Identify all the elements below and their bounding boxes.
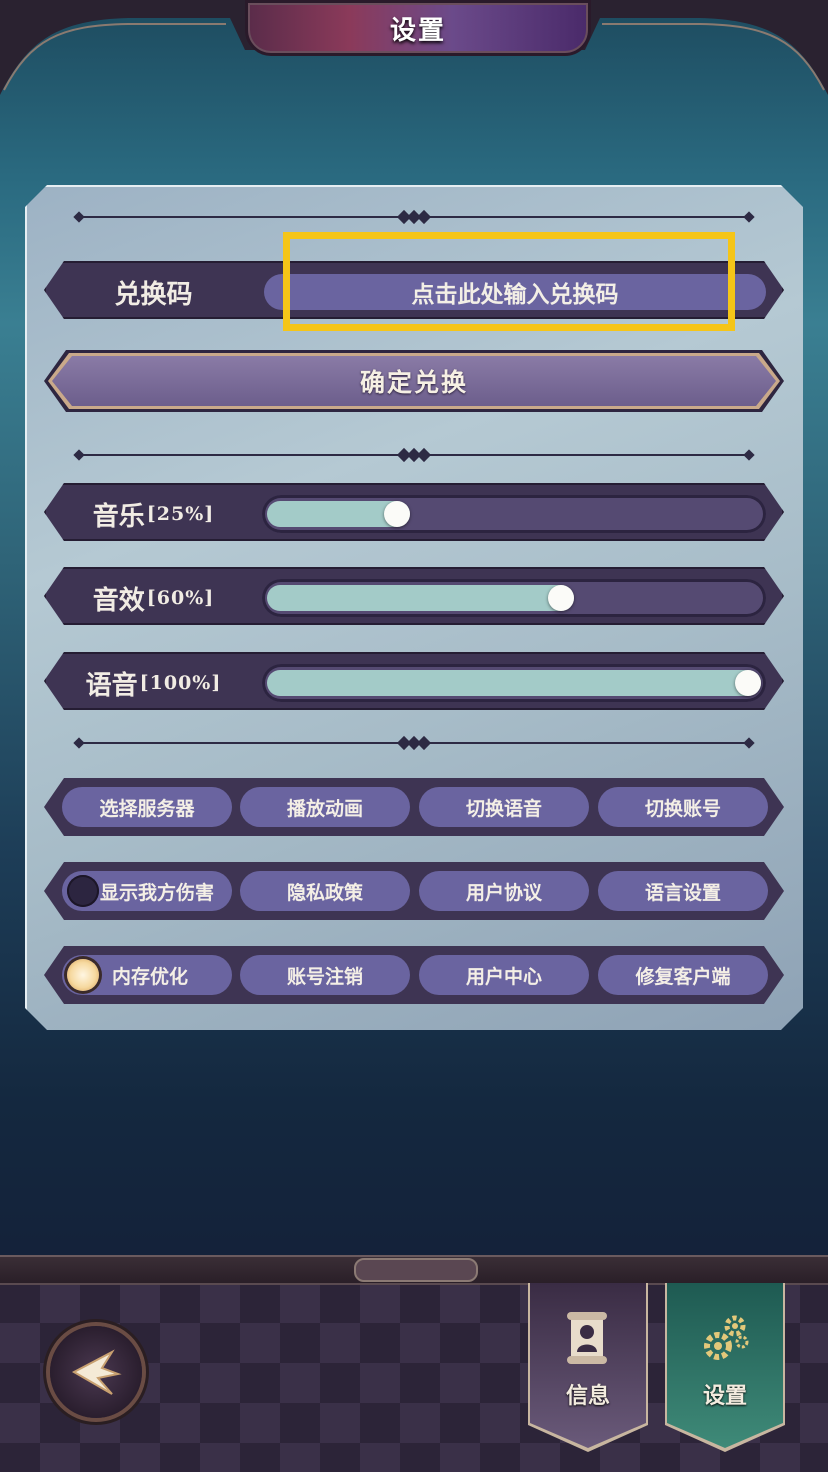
voice-slider[interactable] bbox=[262, 664, 766, 702]
divider bbox=[73, 735, 755, 751]
redeem-label: 兑换码 bbox=[114, 279, 193, 310]
sfx-percent: [60%] bbox=[146, 587, 215, 609]
music-slider-knob[interactable] bbox=[384, 501, 410, 527]
sfx-slider[interactable] bbox=[262, 579, 766, 617]
back-arrow-icon bbox=[71, 1349, 122, 1395]
user-agreement-button[interactable]: 用户协议 bbox=[419, 871, 589, 911]
voice-slider-fill bbox=[267, 670, 761, 696]
voice-volume-row: 语音 [100%] bbox=[44, 652, 784, 710]
button-row-1: 选择服务器 播放动画 切换语音 切换账号 bbox=[44, 778, 784, 836]
music-slider[interactable] bbox=[262, 495, 766, 533]
sfx-label: 音效 bbox=[92, 585, 145, 616]
voice-slider-knob[interactable] bbox=[735, 670, 761, 696]
title-plate: 设置 bbox=[245, 0, 591, 56]
tab-info[interactable]: 信息 bbox=[530, 1283, 646, 1448]
tab-info-label: 信息 bbox=[565, 1383, 610, 1409]
sfx-slider-knob[interactable] bbox=[547, 585, 574, 611]
voice-percent: [100%] bbox=[139, 672, 222, 694]
user-center-button[interactable]: 用户中心 bbox=[419, 955, 589, 995]
redeem-code-input[interactable]: 点击此处输入兑换码 bbox=[264, 274, 766, 310]
repair-client-button[interactable]: 修复客户端 bbox=[598, 955, 768, 995]
scroll-icon bbox=[567, 1312, 607, 1364]
tab-settings[interactable]: 设置 bbox=[667, 1283, 783, 1448]
play-animation-button[interactable]: 播放动画 bbox=[240, 787, 410, 827]
memory-optimize-label: 内存优化 bbox=[112, 965, 189, 988]
language-settings-button[interactable]: 语言设置 bbox=[598, 871, 768, 911]
show-damage-toggle[interactable]: 显示我方伤害 bbox=[62, 871, 232, 911]
switch-voice-button[interactable]: 切换语音 bbox=[419, 787, 589, 827]
switch-account-button[interactable]: 切换账号 bbox=[598, 787, 768, 827]
gear-icon bbox=[704, 1315, 749, 1360]
back-button[interactable] bbox=[50, 1326, 142, 1418]
music-label: 音乐 bbox=[92, 501, 145, 532]
top-header: 设置 bbox=[0, 0, 828, 95]
music-percent: [25%] bbox=[146, 503, 215, 525]
memory-optimize-toggle[interactable]: 内存优化 bbox=[62, 955, 232, 995]
music-volume-row: 音乐 [25%] bbox=[44, 483, 784, 541]
confirm-redeem-button[interactable]: 确定兑换 bbox=[44, 350, 784, 412]
page-title: 设置 bbox=[389, 15, 446, 46]
select-server-button[interactable]: 选择服务器 bbox=[62, 787, 232, 827]
confirm-redeem-label: 确定兑换 bbox=[52, 356, 776, 406]
voice-label: 语音 bbox=[85, 670, 138, 701]
delete-account-button[interactable]: 账号注销 bbox=[240, 955, 410, 995]
tab-settings-label: 设置 bbox=[702, 1383, 747, 1409]
divider bbox=[73, 447, 755, 463]
divider bbox=[73, 209, 755, 225]
memory-optimize-radio[interactable] bbox=[67, 959, 99, 991]
show-damage-radio[interactable] bbox=[67, 875, 99, 907]
sfx-volume-row: 音效 [60%] bbox=[44, 567, 784, 625]
redeem-row: 兑换码 点击此处输入兑换码 bbox=[44, 261, 784, 319]
privacy-policy-button[interactable]: 隐私政策 bbox=[240, 871, 410, 911]
bottom-ornament bbox=[354, 1258, 478, 1282]
button-row-3: 内存优化 账号注销 用户中心 修复客户端 bbox=[44, 946, 784, 1004]
button-row-2: 显示我方伤害 隐私政策 用户协议 语言设置 bbox=[44, 862, 784, 920]
show-damage-label: 显示我方伤害 bbox=[100, 881, 215, 904]
sfx-slider-fill bbox=[267, 585, 574, 611]
